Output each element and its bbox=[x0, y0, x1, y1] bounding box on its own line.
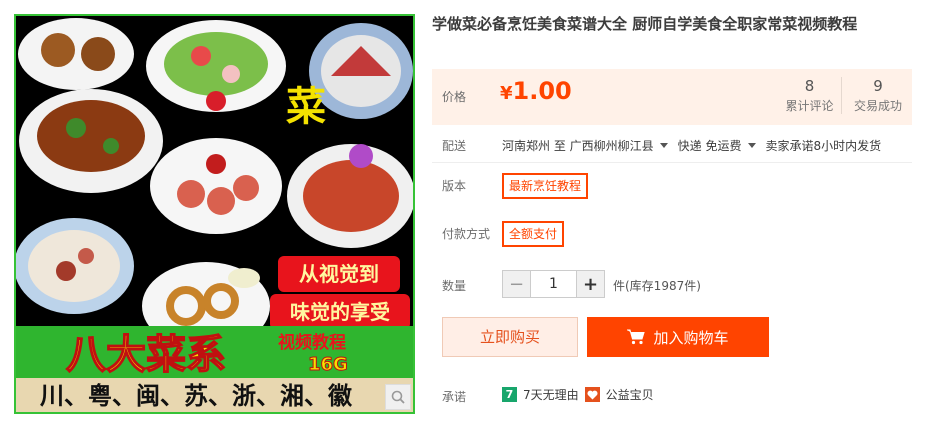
currency-symbol: ¥ bbox=[500, 83, 513, 104]
version-label: 版本 bbox=[442, 179, 467, 193]
zoom-button[interactable] bbox=[385, 384, 411, 410]
chevron-down-icon bbox=[747, 143, 756, 148]
version-option-selected[interactable]: 最新烹饪教程 bbox=[502, 173, 589, 199]
divider bbox=[432, 162, 912, 163]
review-count-number: 8 bbox=[804, 77, 815, 95]
review-count[interactable]: 8 累计评论 bbox=[778, 77, 842, 114]
svg-text:从视觉到: 从视觉到 bbox=[299, 262, 379, 286]
stock-info: 件(库存1987件) bbox=[613, 279, 701, 293]
quantity-stepper[interactable]: − 1 + bbox=[502, 270, 605, 298]
delivery-label: 配送 bbox=[442, 139, 467, 153]
return-policy-link[interactable]: 7天无理由 bbox=[523, 386, 579, 403]
price-label: 价格 bbox=[442, 90, 467, 104]
price-value: ¥1.00 bbox=[500, 77, 572, 105]
delivery-content: 河南郑州 至 广西柳州柳江县 快递 免运费 卖家承诺8小时内发货 bbox=[502, 137, 881, 154]
delivery-from: 河南郑州 至 bbox=[502, 139, 566, 153]
food-collage: 菜 从视觉到 味觉的享受 八大菜系 视频教程 16G 川、粤、闽、苏、浙、湘、徽 bbox=[16, 16, 413, 412]
cuisine-list: 川、粤、闽、苏、浙、湘、徽 bbox=[40, 382, 353, 410]
quantity-increase-button[interactable]: + bbox=[577, 271, 604, 297]
review-count-label: 累计评论 bbox=[785, 99, 834, 113]
plate-braised-chicken bbox=[19, 89, 163, 193]
price-box: 价格 ¥1.00 8 累计评论 9 交易成功 bbox=[432, 69, 912, 125]
plate-meatballs bbox=[18, 18, 134, 90]
chevron-down-icon bbox=[659, 143, 668, 148]
seven-day-return-icon: 7 bbox=[502, 387, 517, 402]
cart-icon bbox=[627, 329, 646, 345]
charity-heart-icon bbox=[584, 387, 600, 402]
deal-count: 9 交易成功 bbox=[846, 77, 910, 114]
product-title: 学做菜必备烹饪美食菜谱大全 厨师自学美食全职家常菜视频教程 bbox=[432, 15, 858, 33]
shipping-promise: 卖家承诺8小时内发货 bbox=[765, 139, 882, 153]
quantity-label: 数量 bbox=[442, 279, 467, 293]
deal-count-number: 9 bbox=[873, 77, 883, 95]
quantity-input[interactable]: 1 bbox=[530, 271, 577, 297]
add-to-cart-label: 加入购物车 bbox=[653, 328, 729, 347]
plate-shrimp bbox=[287, 144, 413, 248]
product-main-image[interactable]: 菜 从视觉到 味觉的享受 八大菜系 视频教程 16G 川、粤、闽、苏、浙、湘、徽 bbox=[14, 14, 415, 414]
big-title: 八大菜系 bbox=[66, 332, 226, 378]
vegetable-char: 菜 bbox=[286, 84, 326, 130]
buy-now-button[interactable]: 立即购买 bbox=[442, 317, 578, 357]
plate-noodles bbox=[16, 218, 134, 314]
plate-salad bbox=[146, 20, 286, 112]
delivery-method-select[interactable]: 快递 免运费 bbox=[678, 139, 766, 153]
product-info-panel: 学做菜必备烹饪美食菜谱大全 厨师自学美食全职家常菜视频教程 价格 ¥1.00 8… bbox=[432, 0, 912, 444]
plate-sausage bbox=[150, 138, 282, 234]
promise-items: 7 7天无理由 公益宝贝 bbox=[502, 386, 654, 403]
quantity-decrease-button[interactable]: − bbox=[503, 271, 530, 297]
svg-text:味觉的享受: 味觉的享受 bbox=[290, 300, 390, 324]
sub-title: 视频教程 bbox=[278, 332, 346, 353]
promise-label: 承诺 bbox=[442, 390, 467, 404]
charity-link[interactable]: 公益宝贝 bbox=[606, 386, 654, 403]
delivery-destination-select[interactable]: 广西柳州柳江县 bbox=[570, 139, 678, 153]
payment-label: 付款方式 bbox=[442, 227, 491, 241]
size-text: 16G bbox=[308, 354, 348, 375]
price-amount: 1.00 bbox=[512, 77, 572, 105]
add-to-cart-button[interactable]: 加入购物车 bbox=[587, 317, 769, 357]
payment-option-selected[interactable]: 全额支付 bbox=[502, 221, 565, 247]
deal-count-label: 交易成功 bbox=[853, 99, 902, 113]
magnifier-icon bbox=[391, 390, 405, 404]
